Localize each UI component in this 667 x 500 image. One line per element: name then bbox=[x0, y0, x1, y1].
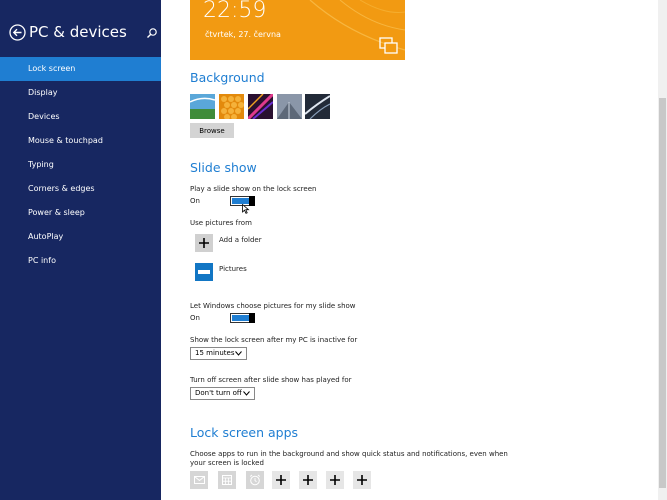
background-thumbnail-4[interactable] bbox=[277, 94, 302, 119]
inactive-timeout-label: Show the lock screen after my PC is inac… bbox=[190, 336, 358, 344]
sidebar-item-power-sleep[interactable]: Power & sleep bbox=[0, 201, 161, 225]
slideshow-title: Slide show bbox=[190, 160, 257, 175]
lock-app-calendar[interactable] bbox=[218, 471, 236, 489]
lock-screen-apps-desc-1: Choose apps to run in the background and… bbox=[190, 450, 508, 458]
search-icon[interactable] bbox=[146, 27, 158, 39]
sidebar-header: PC & devices bbox=[9, 23, 159, 43]
lock-screen-preview: 22:59 čtvrtek, 27. června bbox=[190, 0, 405, 60]
let-windows-choose-label: Let Windows choose pictures for my slide… bbox=[190, 302, 356, 310]
lock-app-alarms[interactable] bbox=[246, 471, 264, 489]
lock-screen-apps-title: Lock screen apps bbox=[190, 425, 299, 440]
sidebar-item-pc-info[interactable]: PC info bbox=[0, 249, 161, 273]
browse-button[interactable]: Browse bbox=[190, 123, 234, 138]
add-folder-label[interactable]: Add a folder bbox=[219, 236, 262, 244]
mail-icon bbox=[193, 476, 205, 484]
use-pictures-label: Use pictures from bbox=[190, 219, 252, 227]
preview-clock: 22:59 bbox=[203, 0, 267, 23]
preview-date: čtvrtek, 27. června bbox=[205, 30, 281, 39]
turn-off-screen-value: Don't turn off bbox=[195, 389, 242, 397]
sidebar-item-corners-edges[interactable]: Corners & edges bbox=[0, 177, 161, 201]
scrollbar-thumb[interactable] bbox=[659, 98, 666, 488]
background-title: Background bbox=[190, 70, 265, 85]
let-windows-choose-state: On bbox=[190, 314, 200, 322]
inactive-timeout-value: 15 minutes bbox=[195, 349, 235, 357]
sidebar: PC & devices Lock screen Display Devices… bbox=[0, 0, 161, 500]
lock-screen-apps-desc-2: your screen is locked bbox=[190, 459, 264, 467]
sidebar-item-typing[interactable]: Typing bbox=[0, 153, 161, 177]
let-windows-choose-toggle[interactable] bbox=[230, 313, 255, 323]
sidebar-item-display[interactable]: Display bbox=[0, 81, 161, 105]
play-slideshow-label: Play a slide show on the lock screen bbox=[190, 185, 317, 193]
slideshow-icon bbox=[379, 37, 398, 54]
page-title: PC & devices bbox=[29, 23, 127, 41]
background-thumbnail-2[interactable] bbox=[219, 94, 244, 119]
mouse-cursor-icon bbox=[242, 204, 250, 214]
add-lock-app-button-3[interactable] bbox=[326, 471, 344, 489]
plus-icon bbox=[199, 238, 209, 248]
content-pane: 22:59 čtvrtek, 27. června Background Bro… bbox=[161, 0, 655, 500]
inactive-timeout-select[interactable]: 15 minutes bbox=[190, 347, 247, 360]
turn-off-screen-select[interactable]: Don't turn off bbox=[190, 387, 255, 400]
calendar-icon bbox=[222, 475, 232, 485]
plus-icon bbox=[357, 475, 367, 485]
alarm-clock-icon bbox=[249, 474, 261, 486]
sidebar-nav: Lock screen Display Devices Mouse & touc… bbox=[0, 57, 161, 273]
add-lock-app-button-4[interactable] bbox=[353, 471, 371, 489]
play-slideshow-state: On bbox=[190, 197, 200, 205]
background-thumbnail-1[interactable] bbox=[190, 94, 215, 119]
add-lock-app-button-1[interactable] bbox=[272, 471, 290, 489]
sidebar-item-mouse-touchpad[interactable]: Mouse & touchpad bbox=[0, 129, 161, 153]
sidebar-item-devices[interactable]: Devices bbox=[0, 105, 161, 129]
add-lock-app-button-2[interactable] bbox=[299, 471, 317, 489]
chevron-down-icon bbox=[243, 391, 250, 396]
vertical-scrollbar[interactable] bbox=[658, 0, 667, 500]
pictures-folder-tile[interactable] bbox=[195, 263, 213, 281]
add-folder-button[interactable] bbox=[195, 234, 213, 252]
plus-icon bbox=[330, 475, 340, 485]
minus-icon bbox=[198, 270, 210, 274]
plus-icon bbox=[303, 475, 313, 485]
sidebar-item-autoplay[interactable]: AutoPlay bbox=[0, 225, 161, 249]
lock-app-mail[interactable] bbox=[190, 471, 208, 489]
background-thumbnail-5[interactable] bbox=[305, 94, 330, 119]
chevron-down-icon bbox=[235, 351, 242, 356]
plus-icon bbox=[276, 475, 286, 485]
pictures-folder-label[interactable]: Pictures bbox=[219, 265, 247, 273]
background-thumbnail-3[interactable] bbox=[248, 94, 273, 119]
sidebar-item-lock-screen[interactable]: Lock screen bbox=[0, 57, 161, 81]
turn-off-screen-label: Turn off screen after slide show has pla… bbox=[190, 376, 352, 384]
back-arrow-icon[interactable] bbox=[9, 24, 26, 41]
